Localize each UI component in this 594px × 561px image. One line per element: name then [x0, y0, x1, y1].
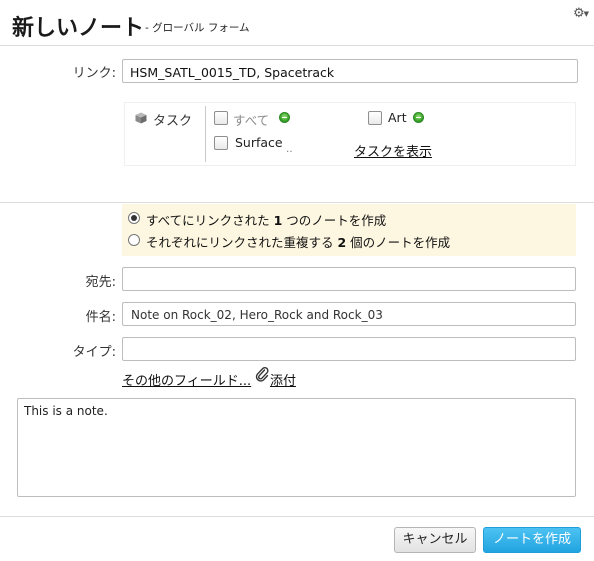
- cancel-button[interactable]: キャンセル: [394, 527, 476, 553]
- subject-label: 件名:: [85, 310, 116, 325]
- task-checkbox-surface[interactable]: [214, 136, 228, 150]
- type-field[interactable]: [122, 337, 576, 361]
- radio-duplicate-notes[interactable]: [128, 234, 140, 246]
- section-divider: [0, 202, 594, 203]
- to-field[interactable]: [122, 267, 576, 291]
- task-label-art: Art: [388, 110, 407, 125]
- green-status-icon: [413, 112, 424, 123]
- task-label-surface: Surface: [235, 135, 283, 150]
- chevron-down-icon: ▼: [583, 9, 590, 18]
- dialog-title: 新しいノート: [12, 16, 145, 41]
- to-label: 宛先:: [85, 275, 116, 290]
- more-fields-link[interactable]: その他のフィールド...: [122, 370, 251, 389]
- radio-single-note-label: すべてにリンクされた 1 つのノートを作成: [146, 213, 387, 228]
- cube-icon: [135, 112, 147, 124]
- task-heading: タスク: [153, 114, 193, 129]
- attach-link[interactable]: 添付: [270, 370, 296, 389]
- gear-icon: ⚙: [573, 6, 585, 21]
- dialog-header: 新しいノート - グローバル フォーム ⚙▼: [0, 0, 594, 46]
- note-body-textarea[interactable]: This is a note.: [17, 398, 576, 497]
- paperclip-icon[interactable]: [255, 366, 269, 382]
- settings-menu-button[interactable]: ⚙▼: [573, 6, 591, 21]
- task-label-all: すべて: [233, 113, 270, 128]
- divider: [205, 106, 206, 162]
- radio-single-note[interactable]: [128, 212, 140, 224]
- type-label: タイプ:: [72, 345, 116, 360]
- create-note-button[interactable]: ノートを作成: [483, 527, 581, 553]
- subject-field[interactable]: Note on Rock_02, Hero_Rock and Rock_03: [122, 302, 576, 326]
- dialog-subtitle: - グローバル フォーム: [145, 22, 250, 34]
- footer-divider: [0, 516, 594, 517]
- link-label: リンク:: [72, 66, 116, 81]
- task-checkbox-art[interactable]: [368, 111, 382, 125]
- show-tasks-link[interactable]: タスクを表示: [354, 141, 432, 160]
- task-surface-extra: ‥: [286, 144, 293, 155]
- task-checkbox-all[interactable]: [214, 111, 228, 125]
- green-status-icon: [279, 112, 290, 123]
- radio-duplicate-notes-label: それぞれにリンクされた重複する 2 個のノートを作成: [146, 235, 451, 250]
- link-field[interactable]: HSM_SATL_0015_TD, Spacetrack: [122, 59, 578, 83]
